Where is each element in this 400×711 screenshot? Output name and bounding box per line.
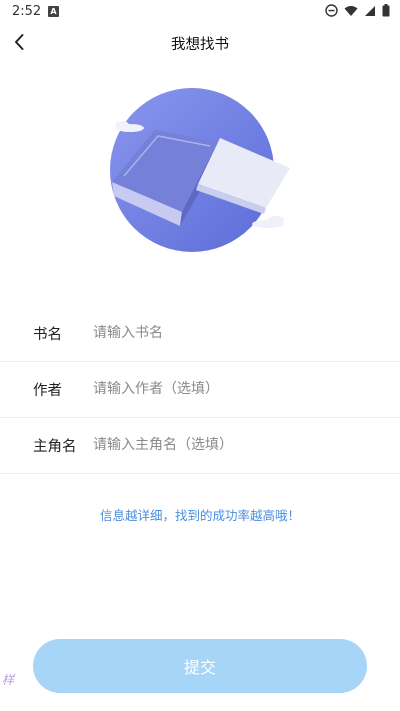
book-search-illustration: [100, 80, 300, 260]
status-bar: 2:52 A: [0, 0, 400, 24]
signal-icon: [364, 5, 376, 17]
battery-icon: [382, 4, 390, 17]
book-title-label: 书名: [33, 327, 62, 343]
author-label: 作者: [33, 383, 62, 399]
author-input[interactable]: [93, 370, 373, 408]
book-title-input[interactable]: [93, 314, 373, 352]
wifi-icon: [344, 5, 358, 17]
protagonist-input[interactable]: [93, 426, 373, 464]
page-title: 我想找书: [171, 37, 229, 53]
submit-button[interactable]: 提交: [33, 639, 367, 693]
author-row: 作者: [0, 362, 400, 418]
do-not-disturb-icon: [325, 4, 338, 17]
protagonist-label: 主角名: [33, 439, 77, 455]
status-time: 2:52: [12, 4, 42, 19]
hint-text: 信息越详细，找到的成功率越高哦！: [99, 508, 300, 523]
header: 我想找书: [0, 24, 400, 60]
book-title-row: 书名: [0, 306, 400, 362]
watermark: 样: [2, 673, 15, 687]
notification-app-icon: A: [48, 6, 59, 17]
protagonist-row: 主角名: [0, 418, 400, 474]
